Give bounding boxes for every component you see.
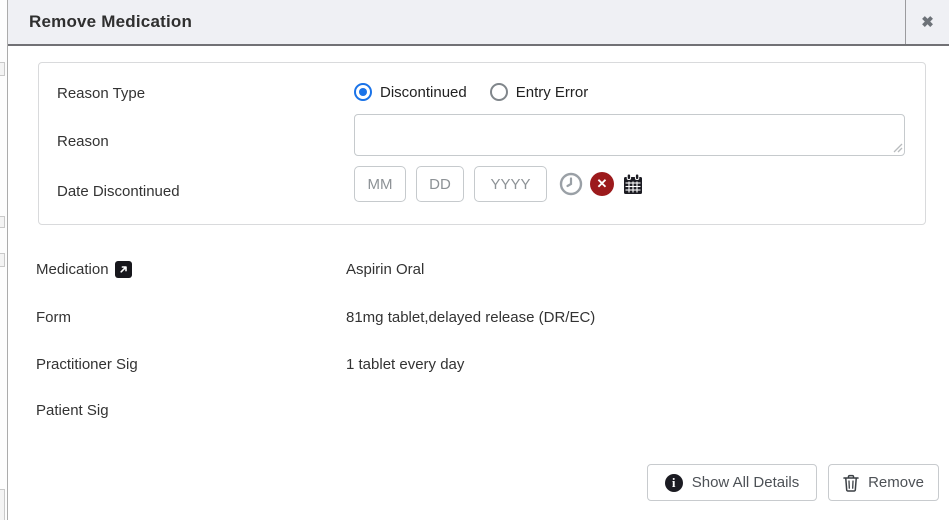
patient-sig-label: Patient Sig <box>36 402 109 419</box>
modal-header: Remove Medication ✖ <box>8 0 949 46</box>
reason-type-row: Reason Type Discontinued Entry Error <box>57 83 907 105</box>
trash-icon <box>843 474 859 492</box>
practitioner-sig-value: 1 tablet every day <box>346 356 464 373</box>
show-all-details-label: Show All Details <box>692 474 800 491</box>
practitioner-sig-label: Practitioner Sig <box>36 356 138 373</box>
form-label: Form <box>36 309 71 326</box>
radio-discontinued[interactable]: Discontinued <box>354 83 467 101</box>
remove-label: Remove <box>868 474 924 491</box>
radio-entry-error-control[interactable] <box>490 83 508 101</box>
reason-type-radio-group: Discontinued Entry Error <box>354 83 588 101</box>
reason-input[interactable] <box>354 114 905 156</box>
underlying-page-sliver <box>0 0 7 520</box>
radio-discontinued-label: Discontinued <box>380 84 467 101</box>
radio-entry-error[interactable]: Entry Error <box>490 83 589 101</box>
close-icon: ✖ <box>921 13 934 31</box>
radio-discontinued-control[interactable] <box>354 83 372 101</box>
reason-label: Reason <box>57 133 109 150</box>
clear-date-icon[interactable]: ✕ <box>590 172 614 196</box>
close-button[interactable]: ✖ <box>905 0 949 44</box>
form-value: 81mg tablet,delayed release (DR/EC) <box>346 309 595 326</box>
red-x-glyph: ✕ <box>597 176 608 192</box>
reason-type-label: Reason Type <box>57 85 145 102</box>
remove-medication-dialog: Remove Medication ✖ Reason Type Disconti… <box>0 0 949 520</box>
calendar-icon[interactable] <box>621 172 645 196</box>
date-inputs: ✕ <box>354 166 645 202</box>
medication-label-wrap: Medication <box>36 261 132 278</box>
day-input[interactable] <box>416 166 464 202</box>
radio-entry-error-label: Entry Error <box>516 84 589 101</box>
external-link-icon[interactable] <box>115 261 132 278</box>
year-input[interactable] <box>474 166 547 202</box>
remove-form-box: Reason Type Discontinued Entry Error Rea… <box>38 62 926 225</box>
month-input[interactable] <box>354 166 406 202</box>
info-glyph: i <box>672 476 676 489</box>
remove-button[interactable]: Remove <box>828 464 939 501</box>
date-discontinued-label: Date Discontinued <box>57 183 180 200</box>
medication-value: Aspirin Oral <box>346 261 424 278</box>
modal: Remove Medication ✖ Reason Type Disconti… <box>7 0 949 520</box>
clock-icon[interactable] <box>559 172 583 196</box>
show-all-details-button[interactable]: i Show All Details <box>647 464 817 501</box>
medication-label: Medication <box>36 261 109 278</box>
dialog-title: Remove Medication <box>8 12 192 32</box>
info-icon: i <box>665 474 683 492</box>
